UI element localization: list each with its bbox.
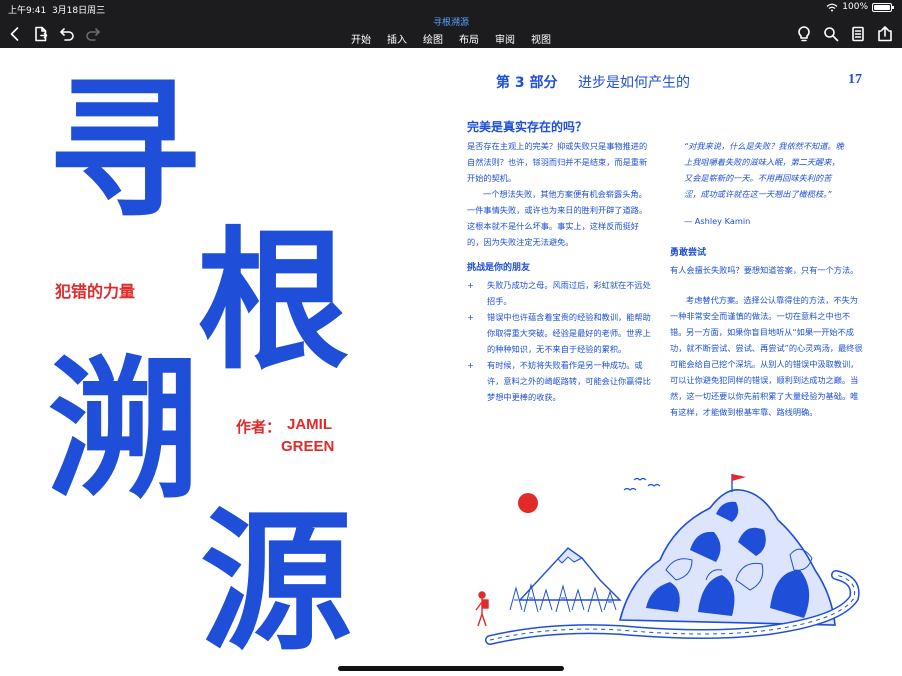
status-bar: 上午9:41 3月18日周三 100%	[0, 0, 902, 16]
tab-insert[interactable]: 插入	[386, 31, 408, 46]
section-heading: 挑战是你的朋友	[467, 263, 531, 273]
ribbon-tabs: 开始 插入 绘图 布局 审阅 视图	[0, 31, 902, 46]
document-canvas[interactable]: 寻 根 溯 源 犯错的力量 作者： JAMIL GREEN 第 3 部分 进步是…	[0, 48, 902, 676]
bullet-item: 有时候，不妨将失败看作是另一种成功。或许，意料之外的崎岖路转，可能会让你赢得比梦…	[467, 357, 652, 405]
title-char-1: 寻	[48, 60, 200, 239]
tab-start[interactable]: 开始	[350, 31, 372, 46]
tab-review[interactable]: 审阅	[494, 31, 516, 46]
pull-quote: “对我来说，什么是失败？我依然不知道。晚上我咀嚼着失败的滋味入眠，第二天醒来，又…	[684, 141, 844, 199]
home-indicator[interactable]	[338, 666, 564, 671]
search-button[interactable]	[822, 24, 840, 44]
quote-author: — Ashley Kamin	[684, 216, 751, 226]
paragraph: 一个想法失败，其他方案便有机会崭露头角。一件事情失败，或许也为来日的胜利开辟了道…	[467, 189, 648, 247]
title-char-3: 溯	[48, 340, 200, 519]
hiker-icon	[475, 591, 489, 627]
paragraph: 有人会擅长失败吗？要想知道答案，只有一个方法。	[670, 265, 859, 275]
section-heading: 完美是真实存在的吗？	[467, 120, 588, 134]
reading-view-button[interactable]	[849, 24, 867, 44]
toolbar: 上午9:41 3月18日周三 100% 寻根溯源 开始 插入 绘图 布局 审阅 …	[0, 0, 902, 48]
wifi-icon	[826, 3, 838, 11]
bullet-item: 失败乃成功之母。风雨过后，彩虹就在不远处招手。	[467, 277, 652, 309]
subtitle: 犯错的力量	[55, 282, 136, 301]
section-heading: 勇敢尝试	[670, 248, 707, 258]
tab-view[interactable]: 视图	[530, 31, 552, 46]
paragraph: 是否存在主观上的完美？抑或失败只是事物推进的自然法则？也许，铩羽而归并不是结束，…	[467, 141, 648, 183]
battery-icon	[872, 2, 894, 12]
sun-icon	[518, 493, 538, 513]
battery-percent: 100%	[842, 2, 868, 12]
document-title[interactable]: 寻根溯源	[0, 15, 902, 28]
tab-layout[interactable]: 布局	[458, 31, 480, 46]
share-button[interactable]	[876, 24, 894, 44]
paragraph: 另一方面，如果你盲目地听从“如果一开始不成功，就不断尝试、尝试、再尝试”的心灵鸡…	[670, 327, 863, 417]
author-first-name: JAMIL	[287, 416, 332, 433]
tell-me-button[interactable]	[795, 24, 813, 44]
search-icon	[824, 27, 839, 42]
document-outline-icon	[852, 26, 864, 42]
part-title: 进步是如何产生的	[578, 75, 690, 91]
share-icon	[878, 26, 892, 42]
part-label: 第 3 部分	[496, 75, 558, 91]
mountain-illustration	[475, 474, 860, 645]
title-char-2: 根	[197, 211, 349, 390]
author-label: 作者：	[236, 418, 282, 436]
status-right: 100%	[826, 2, 894, 12]
bullet-list: 失败乃成功之母。风雨过后，彩虹就在不远处招手。 错误中也许蕴含着宝贵的经验和教训…	[467, 277, 652, 405]
author-last-name: GREEN	[281, 438, 335, 455]
toolbar-right	[795, 24, 894, 44]
lightbulb-icon	[798, 26, 810, 42]
bullet-item: 错误中也许蕴含着宝贵的经验和教训，能帮助你取得重大突破。经验是最好的老师。世界上…	[467, 309, 652, 357]
tab-draw[interactable]: 绘图	[422, 31, 444, 46]
page-number: 17	[848, 72, 862, 87]
title-char-4: 源	[200, 492, 352, 671]
